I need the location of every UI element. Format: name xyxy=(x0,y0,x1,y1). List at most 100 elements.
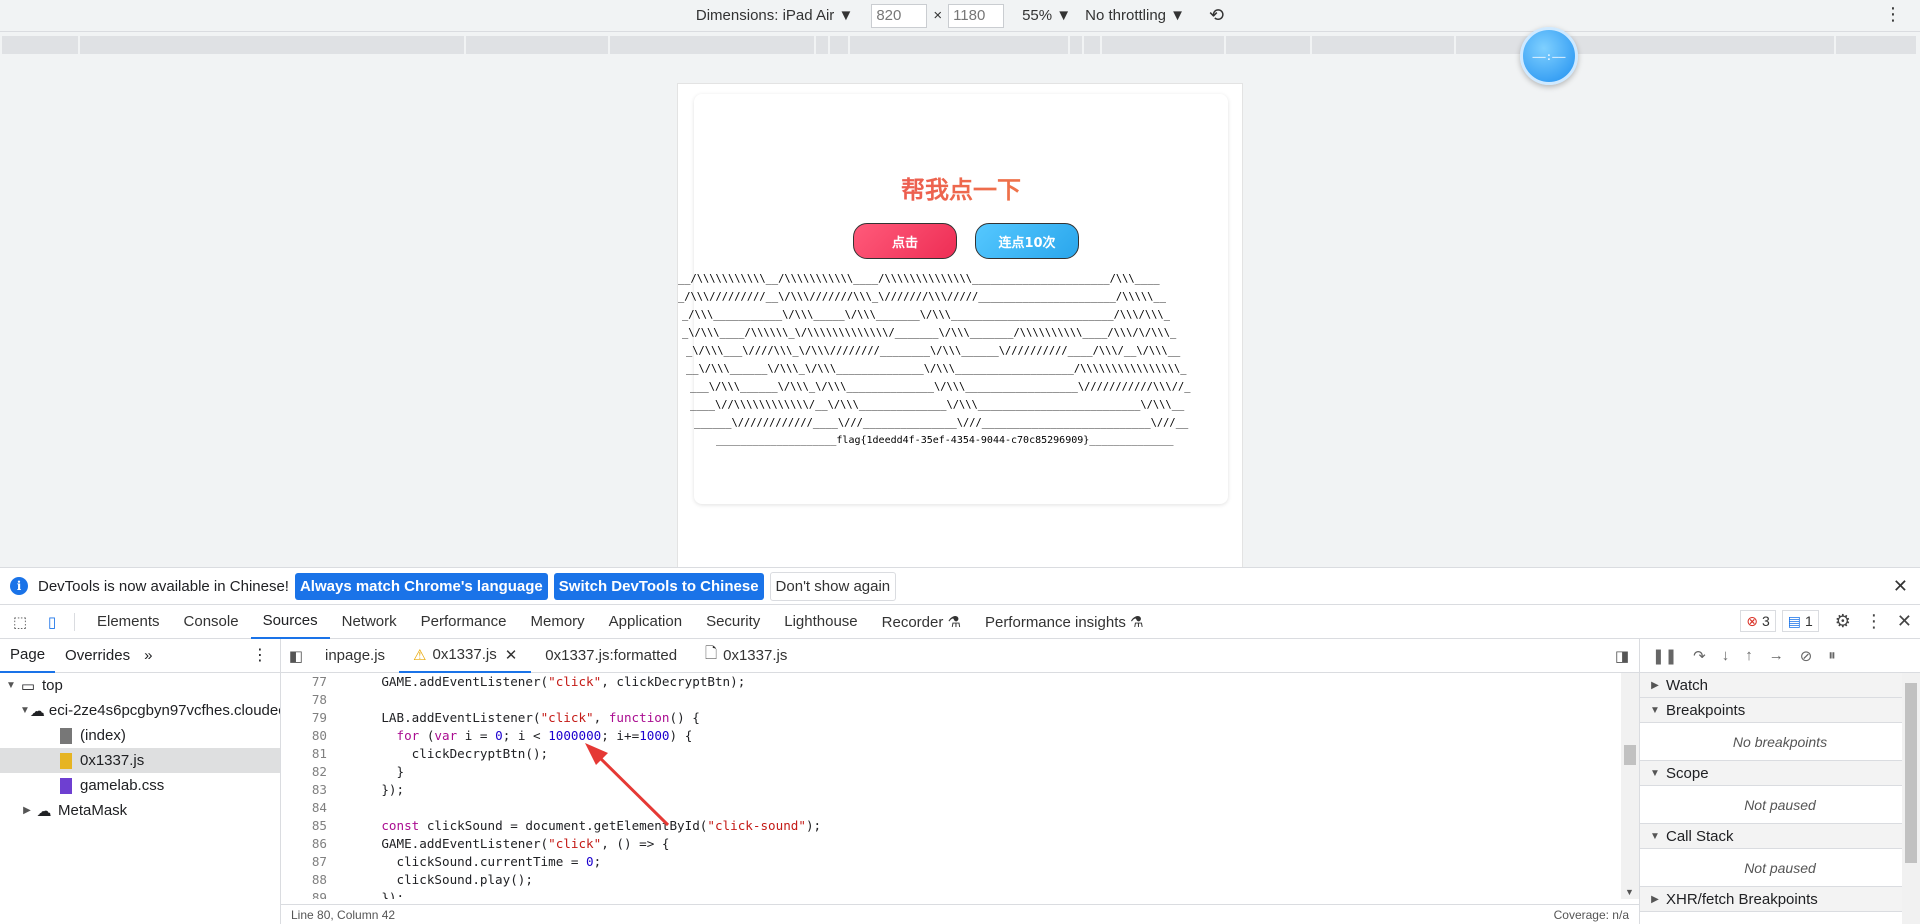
media-query-segment[interactable] xyxy=(610,36,816,54)
code-line[interactable]: 79 LAB.addEventListener("click", functio… xyxy=(281,709,1621,727)
editor-tab[interactable]: 0x1337.js:formatted xyxy=(531,639,691,673)
scroll-down-arrow[interactable]: ▼ xyxy=(1625,887,1634,897)
code-line[interactable]: 87 clickSound.currentTime = 0; xyxy=(281,853,1621,871)
device-width-input[interactable] xyxy=(871,3,928,28)
pane-xhr-fetch-breakpoints[interactable]: ▶ XHR/fetch Breakpoints xyxy=(1640,887,1920,912)
line-number[interactable]: 82 xyxy=(281,763,327,781)
rotate-icon[interactable]: ⟲ xyxy=(1209,5,1224,26)
line-number[interactable]: 81 xyxy=(281,745,327,763)
more-options-icon[interactable]: ⋮ xyxy=(1865,611,1883,632)
code-line[interactable]: 89 }); xyxy=(281,889,1621,899)
deactivate-breakpoints-icon[interactable]: ⊘ xyxy=(1800,647,1813,665)
pane-watch[interactable]: ▶ Watch xyxy=(1640,673,1920,698)
tree-item[interactable]: ▶ ☁ MetaMask xyxy=(0,798,280,823)
toggle-debugger-icon[interactable]: ◨ xyxy=(1615,647,1629,665)
step-over-icon[interactable]: ↷ xyxy=(1693,647,1706,665)
line-number[interactable]: 80 xyxy=(281,727,327,745)
tree-item[interactable]: (index) xyxy=(0,723,280,748)
line-number[interactable]: 79 xyxy=(281,709,327,727)
line-number[interactable]: 86 xyxy=(281,835,327,853)
tab-overrides[interactable]: Overrides xyxy=(55,639,140,673)
zoom-select[interactable]: 55% ▼ xyxy=(1022,7,1071,24)
line-number[interactable]: 89 xyxy=(281,889,327,899)
chevron-down-icon[interactable]: ▼ xyxy=(20,705,30,716)
navigator-more-icon[interactable]: ⋮ xyxy=(252,645,268,665)
media-query-segment[interactable] xyxy=(1084,36,1102,54)
line-number[interactable]: 83 xyxy=(281,781,327,799)
editor-scrollbar[interactable]: ▼ xyxy=(1621,673,1639,899)
inspect-element-icon[interactable]: ⬚ xyxy=(8,613,32,631)
line-number[interactable]: 85 xyxy=(281,817,327,835)
step-icon[interactable]: → xyxy=(1769,647,1784,664)
message-count-badge[interactable]: ▤ 1 xyxy=(1781,610,1819,632)
debugger-scrollbar[interactable] xyxy=(1902,673,1920,924)
dont-show-again-button[interactable]: Don't show again xyxy=(769,571,897,601)
pane-breakpoints[interactable]: ▼ Breakpoints xyxy=(1640,698,1920,723)
close-icon[interactable]: ✕ xyxy=(1893,576,1908,597)
chevron-down-icon[interactable]: ▼ xyxy=(4,680,18,691)
switch-to-chinese-button[interactable]: Switch DevTools to Chinese xyxy=(553,572,764,600)
tab-console[interactable]: Console xyxy=(172,605,251,639)
tab-performance-insights[interactable]: Performance insights ⚗ xyxy=(973,605,1156,639)
media-query-segment[interactable] xyxy=(1836,36,1918,54)
media-query-segment[interactable] xyxy=(466,36,610,54)
tab-sources[interactable]: Sources xyxy=(250,605,330,639)
code-line[interactable]: 80 for (var i = 0; i < 1000000; i+=1000)… xyxy=(281,727,1621,745)
line-number[interactable]: 84 xyxy=(281,799,327,817)
media-query-segment[interactable] xyxy=(816,36,830,54)
tab-network[interactable]: Network xyxy=(330,605,409,639)
scroll-thumb[interactable] xyxy=(1905,683,1917,863)
chevron-right-icon[interactable]: ▶ xyxy=(20,805,34,816)
media-query-segment[interactable] xyxy=(850,36,1070,54)
editor-tab[interactable]: inpage.js xyxy=(311,639,399,673)
tab-performance[interactable]: Performance xyxy=(409,605,519,639)
click-button[interactable]: 点击 xyxy=(853,223,957,259)
code-line[interactable]: 83 }); xyxy=(281,781,1621,799)
step-out-icon[interactable]: ↑ xyxy=(1745,647,1753,664)
tab-security[interactable]: Security xyxy=(694,605,772,639)
tree-item[interactable]: ▼ ▭ top xyxy=(0,673,280,698)
code-area[interactable]: 77 GAME.addEventListener("click", clickD… xyxy=(281,673,1621,899)
tree-item[interactable]: ▼☁eci-2ze4s6pcgbyn97vcfhes.cloudeci1.ich… xyxy=(0,698,280,723)
line-number[interactable]: 77 xyxy=(281,673,327,691)
tab-lighthouse[interactable]: Lighthouse xyxy=(772,605,869,639)
pane-scope[interactable]: ▼ Scope xyxy=(1640,761,1920,786)
media-query-segment[interactable] xyxy=(1312,36,1456,54)
pause-on-exceptions-icon[interactable]: ⏸ xyxy=(1828,647,1836,664)
scroll-thumb[interactable] xyxy=(1624,745,1636,765)
floating-assistant-button[interactable]: ——:—— xyxy=(1520,27,1578,85)
media-query-segment[interactable] xyxy=(830,36,850,54)
close-devtools-icon[interactable]: ✕ xyxy=(1897,611,1912,632)
more-options-icon[interactable]: ⋮ xyxy=(1884,4,1902,25)
media-query-bar[interactable] xyxy=(2,36,1918,54)
pause-icon[interactable]: ❚❚ xyxy=(1652,647,1677,665)
code-line[interactable]: 77 GAME.addEventListener("click", clickD… xyxy=(281,673,1621,691)
throttling-select[interactable]: No throttling ▼ xyxy=(1085,7,1185,24)
code-line[interactable]: 81 clickDecryptBtn(); xyxy=(281,745,1621,763)
editor-tab[interactable]: 🗋 0x1337.js xyxy=(691,639,801,673)
error-count-badge[interactable]: ⊗ 3 xyxy=(1740,610,1776,632)
tab-elements[interactable]: Elements xyxy=(85,605,172,639)
more-tabs-icon[interactable]: » xyxy=(144,647,152,664)
media-query-segment[interactable] xyxy=(2,36,80,54)
line-number[interactable]: 88 xyxy=(281,871,327,889)
editor-tab[interactable]: ⚠ 0x1337.js ✕ xyxy=(399,639,532,673)
tab-page[interactable]: Page xyxy=(0,639,56,673)
gear-icon[interactable]: ⚙ xyxy=(1835,611,1851,632)
device-height-input[interactable] xyxy=(948,3,1005,28)
line-number[interactable]: 87 xyxy=(281,853,327,871)
code-line[interactable]: 86 GAME.addEventListener("click", () => … xyxy=(281,835,1621,853)
tab-recorder[interactable]: Recorder ⚗ xyxy=(870,605,973,639)
click-ten-times-button[interactable]: 连点10次 xyxy=(975,223,1079,259)
step-into-icon[interactable]: ↓ xyxy=(1722,647,1730,664)
always-match-language-button[interactable]: Always match Chrome's language xyxy=(294,572,548,600)
media-query-segment[interactable] xyxy=(1070,36,1084,54)
tree-item[interactable]: gamelab.css xyxy=(0,773,280,798)
media-query-segment[interactable] xyxy=(1102,36,1226,54)
code-line[interactable]: 78 xyxy=(281,691,1621,709)
line-number[interactable]: 78 xyxy=(281,691,327,709)
toggle-navigator-icon[interactable]: ◧ xyxy=(281,647,311,665)
media-query-segment[interactable] xyxy=(1456,36,1836,54)
tab-application[interactable]: Application xyxy=(597,605,694,639)
media-query-segment[interactable] xyxy=(1226,36,1312,54)
